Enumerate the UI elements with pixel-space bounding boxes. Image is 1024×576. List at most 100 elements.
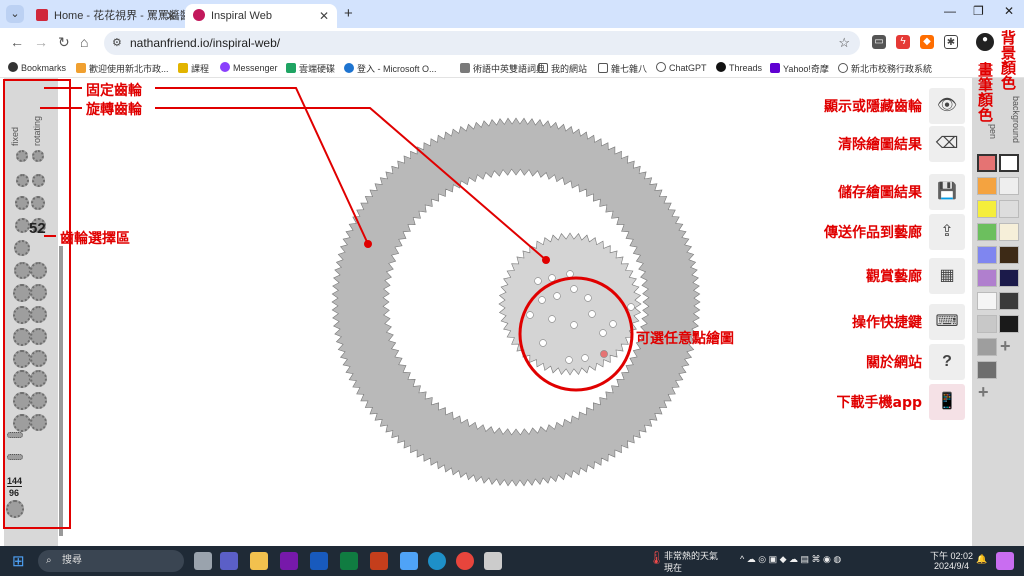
tab-search-chevron-icon[interactable]: ⌄ [6,5,24,23]
background-color-swatch[interactable] [999,315,1019,333]
pen-hole[interactable] [627,303,635,311]
extension-icon[interactable]: ϟ [896,35,910,49]
bookmark-item[interactable]: Threads [716,62,762,73]
pen-hole[interactable] [539,339,547,347]
bookmark-item[interactable]: ChatGPT [656,62,707,73]
drawing-canvas[interactable] [60,78,970,546]
bookmark-item[interactable]: 我的網站 [538,62,587,75]
rotating-gear-option[interactable] [29,262,47,279]
rotating-gear-option[interactable] [32,150,44,162]
rotating-gear-option[interactable] [29,392,47,409]
question-button[interactable]: ? [929,344,965,380]
tray-icons[interactable]: ^ ☁ ◎ ▣ ◆ ☁ ▤ ⌘ ◉ ◍ [740,554,841,565]
bookmark-item[interactable]: 雲端硬碟 [286,62,335,75]
edge-icon[interactable] [428,552,446,570]
pen-color-swatch[interactable] [977,269,997,287]
notification-icon[interactable]: 🔔 [976,554,987,565]
fixed-gear-option[interactable] [14,218,30,233]
background-color-swatch[interactable] [999,246,1019,264]
ring-gear-inner-number[interactable]: 96 [9,488,19,498]
forward-icon[interactable]: → [34,34,48,50]
rotating-gear-option[interactable] [31,196,45,210]
fixed-gear-option[interactable] [13,328,31,346]
fixed-gear-option[interactable] [14,240,30,256]
save-button[interactable]: 💾 [929,174,965,210]
pen-color-swatch[interactable] [977,315,997,333]
pen-color-swatch[interactable] [977,223,997,241]
bar-gear-option[interactable] [7,432,23,438]
fixed-gear-option[interactable] [13,370,31,388]
rotating-gear-option[interactable] [29,306,47,323]
bookmark-item[interactable]: Messenger [220,62,278,73]
address-bar[interactable]: ⚙ nathanfriend.io/inspiral-web/ ☆ [104,31,860,55]
fixed-gear-option[interactable] [13,306,31,324]
rotating-gear-option[interactable] [29,284,47,301]
bookmark-star-icon[interactable]: ☆ [838,31,850,55]
rotating-gear-option[interactable] [29,414,47,431]
selected-rotating-gear-number[interactable]: 52 [29,220,46,237]
reload-icon[interactable]: ↻ [58,34,70,51]
bar-gear-option[interactable] [7,454,23,460]
background-color-swatch[interactable] [999,269,1019,287]
extension-icon[interactable]: ◆ [920,35,934,49]
eraser-button[interactable]: ⌫ [929,126,965,162]
pen-color-swatch[interactable] [977,361,997,379]
pen-hole[interactable] [599,329,607,337]
rotating-gear-option[interactable] [29,370,47,387]
pen-color-swatch[interactable] [977,154,997,172]
pen-color-swatch[interactable] [977,200,997,218]
restore-icon[interactable]: ❐ [973,4,984,18]
tab-home[interactable]: Home - 花花視界 - 罵罵醬醬 ✕ [28,4,191,28]
rotating-gear-option[interactable] [29,350,47,367]
keyboard-button[interactable]: ⌨ [929,304,965,340]
rotating-gear-option[interactable] [31,174,45,187]
add-background-color-button[interactable]: + [1000,336,1011,357]
back-icon[interactable]: ← [10,34,24,50]
bookmark-item[interactable]: 登入 - Microsoft O... [344,62,437,75]
bookmark-item[interactable]: 歡迎使用新北市政... [76,62,169,75]
pen-hole[interactable] [588,310,596,318]
profile-avatar[interactable]: ● [976,33,994,51]
pen-color-swatch[interactable] [977,177,997,195]
pen-color-swatch[interactable] [977,246,997,264]
onenote-icon[interactable] [280,552,298,570]
file-explorer-icon[interactable] [250,552,268,570]
ring-gear-option[interactable] [6,500,24,518]
new-tab-button[interactable]: + [344,5,353,22]
bookmark-item[interactable]: Yahoo!奇摩 [770,62,829,75]
tab-inspiral-web[interactable]: Inspiral Web ✕ [185,4,337,28]
copilot-icon[interactable] [996,552,1014,570]
word-icon[interactable] [310,552,328,570]
selected-pen-hole[interactable] [600,350,608,358]
background-color-swatch[interactable] [999,292,1019,310]
notepad-icon[interactable] [400,552,418,570]
home-icon[interactable]: ⌂ [80,34,88,50]
close-icon[interactable]: ✕ [166,4,176,28]
rotating-gear-option[interactable] [29,328,47,345]
background-color-swatch[interactable] [999,154,1019,172]
rotating-gear-body[interactable] [498,232,642,376]
pen-hole[interactable] [553,292,561,300]
powerpoint-icon[interactable] [370,552,388,570]
pen-hole[interactable] [565,356,573,364]
add-pen-color-button[interactable]: + [978,382,989,403]
pen-hole[interactable] [534,277,542,285]
pen-hole[interactable] [548,315,556,323]
background-color-swatch[interactable] [999,223,1019,241]
fixed-gear-option[interactable] [13,414,31,432]
taskbar-search[interactable]: ⌕ 搜尋 [38,550,184,572]
pen-hole[interactable] [566,270,574,278]
fixed-gear-option[interactable] [13,350,31,368]
site-info-icon[interactable]: ⚙ [112,31,122,55]
fixed-gear-option[interactable] [13,392,31,410]
pen-hole[interactable] [526,311,534,319]
background-color-swatch[interactable] [999,177,1019,195]
excel-icon[interactable] [340,552,358,570]
windows-start-icon[interactable]: ⊞ [12,552,25,570]
task-view-icon[interactable] [194,552,212,570]
bookmark-item[interactable]: 課程 [178,62,209,75]
pen-hole[interactable] [584,294,592,302]
fixed-gear-option[interactable] [16,150,28,162]
clock-date[interactable]: 2024/9/4 [934,561,969,571]
pen-hole[interactable] [548,274,556,282]
